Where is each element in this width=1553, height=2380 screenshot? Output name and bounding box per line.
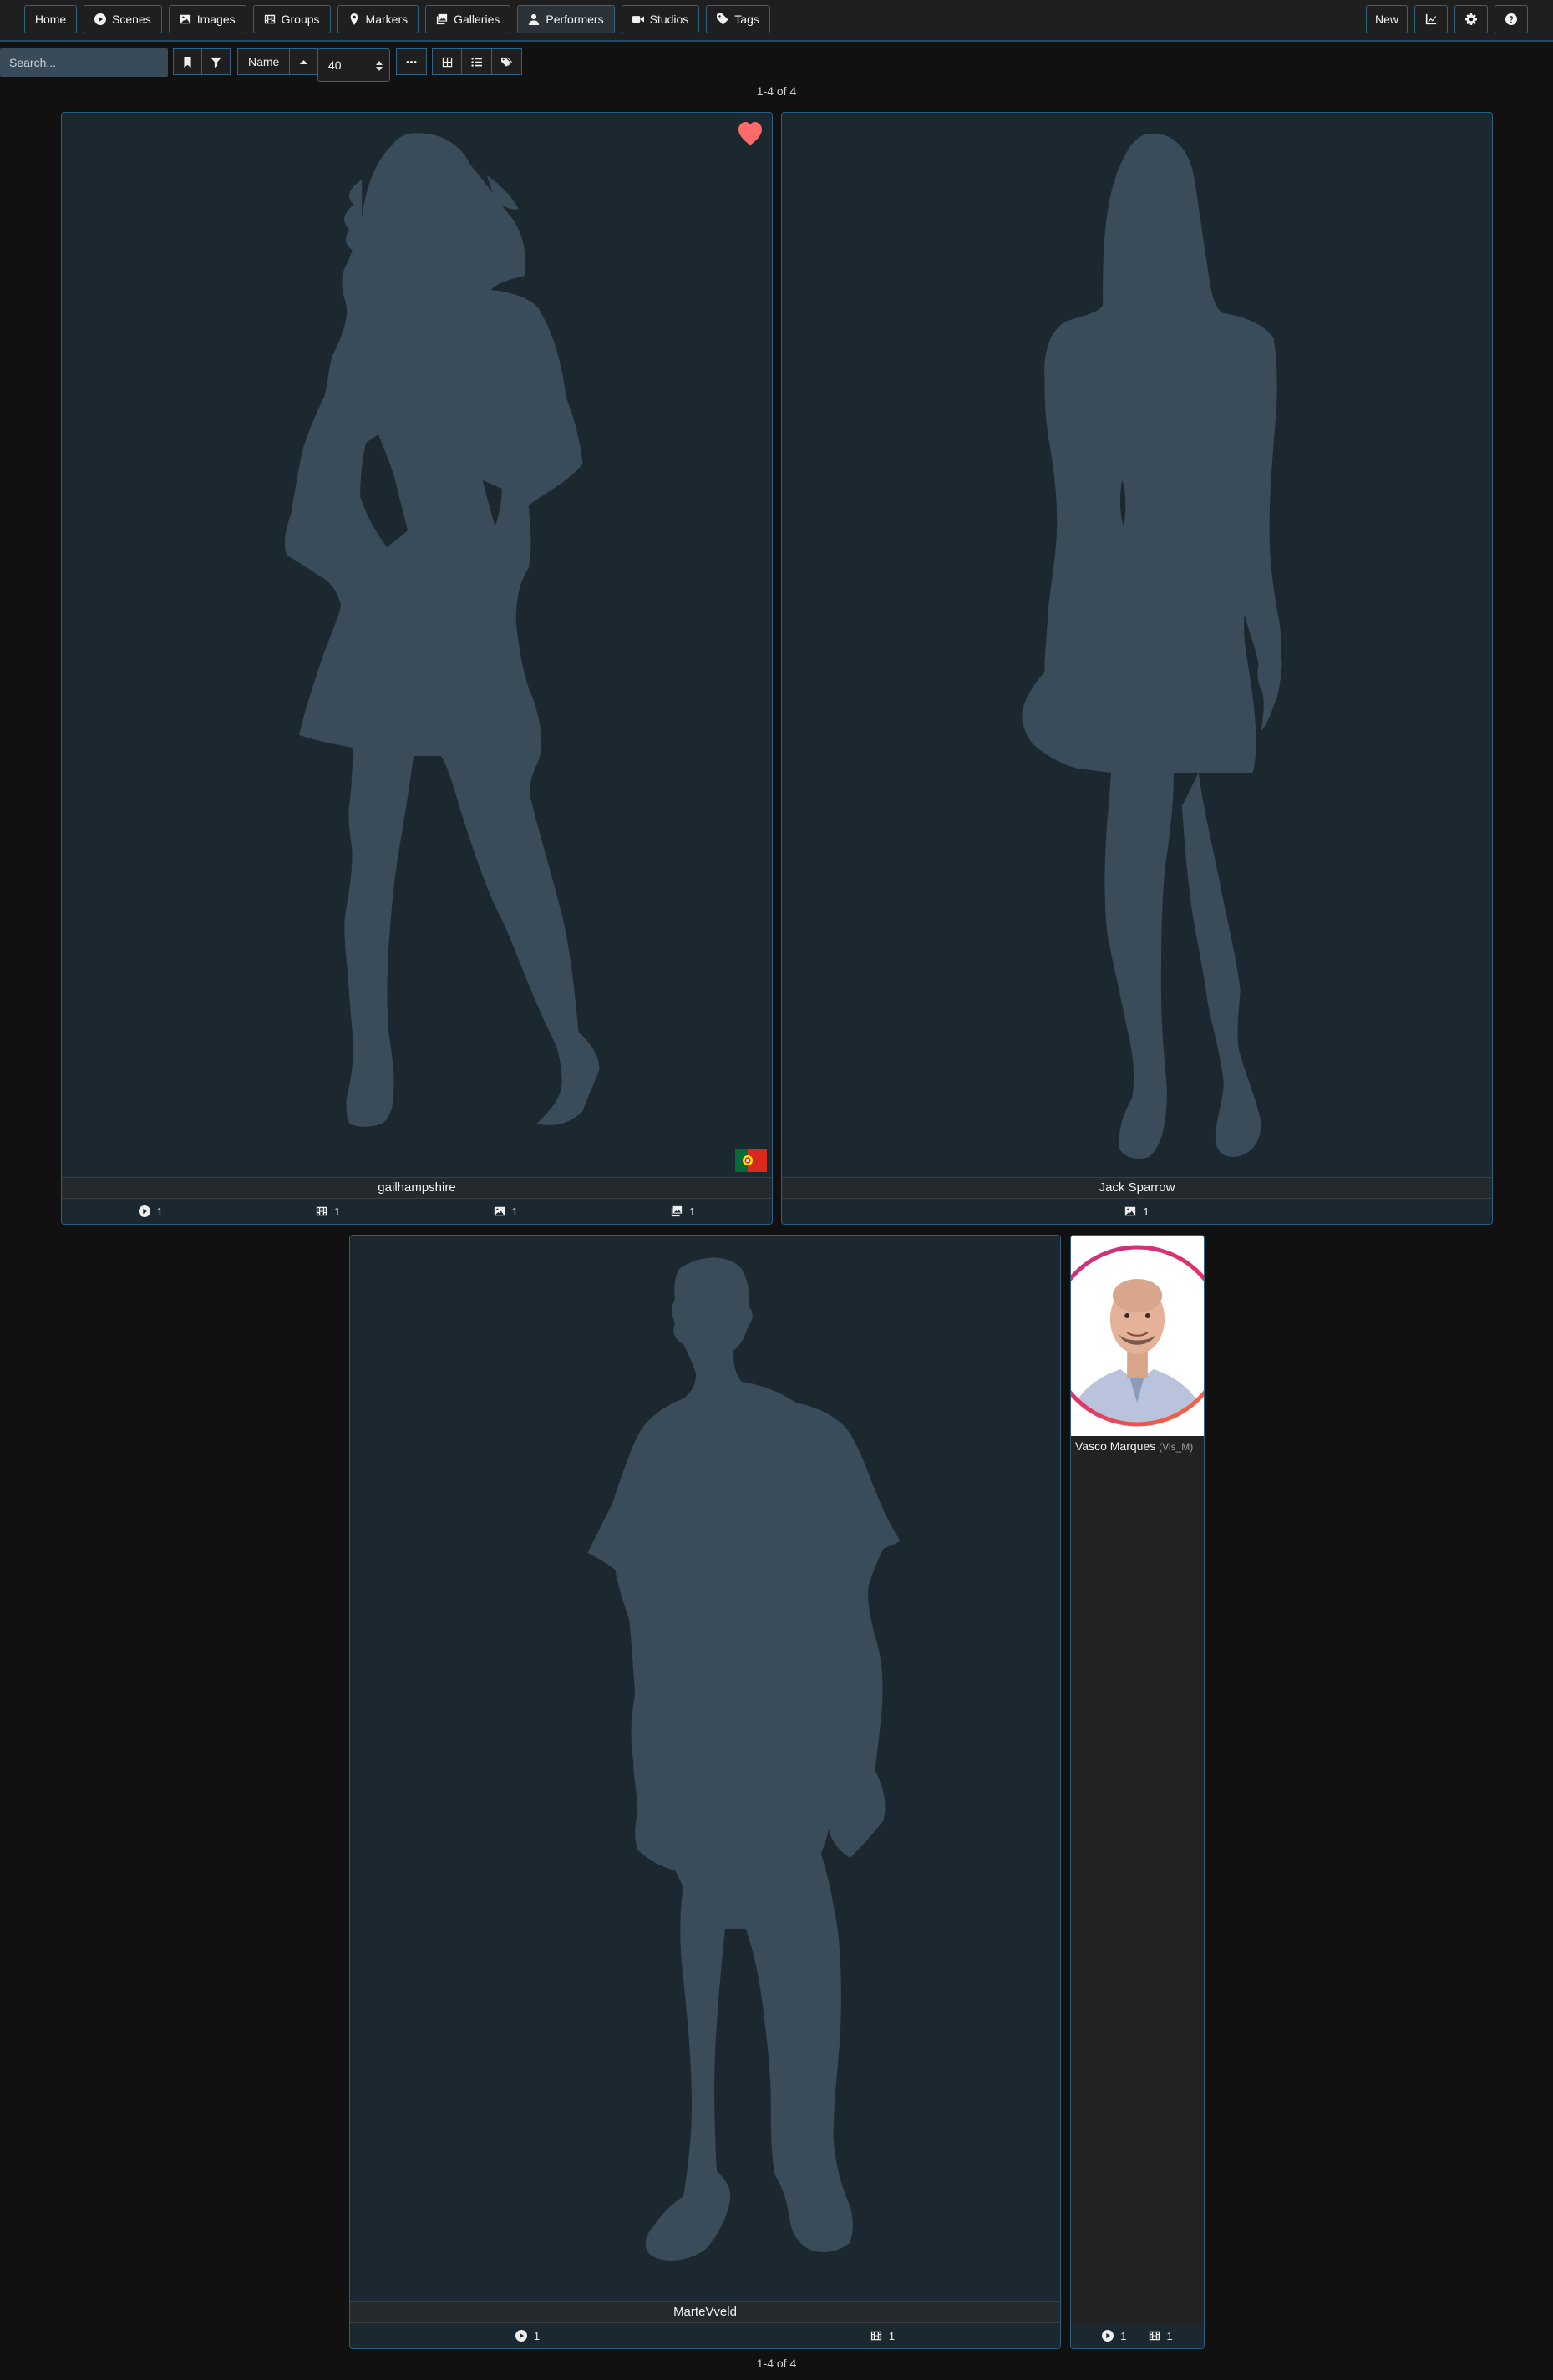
- per-page-select[interactable]: 40: [317, 48, 390, 82]
- nav-home[interactable]: Home: [24, 5, 77, 33]
- nav-groups[interactable]: Groups: [252, 5, 331, 33]
- performer-card[interactable]: gailhampshire 1 1 1 1: [61, 112, 773, 1225]
- user-icon: [529, 13, 540, 25]
- pagination-count-top: 1-4 of 4: [756, 84, 797, 98]
- performer-stats: 1: [782, 1199, 1492, 1224]
- performer-stats: 1 1 1 1: [62, 1199, 772, 1224]
- map-marker-icon: [350, 13, 358, 25]
- performer-card[interactable]: Jack Sparrow 1: [781, 112, 1493, 1225]
- caret-up-icon: [299, 59, 308, 64]
- film-icon: [1149, 2331, 1160, 2341]
- film-icon: [264, 14, 275, 24]
- chart-line-icon: [1425, 13, 1437, 25]
- ellipsis-icon: [406, 60, 417, 63]
- spinner-arrows-icon: [376, 61, 383, 71]
- grid-view-button[interactable]: [432, 48, 462, 75]
- main-navbar: Home Scenes Images Groups Markers Galler…: [0, 0, 1553, 42]
- filter-icon: [211, 57, 221, 68]
- display-mode-group: [432, 48, 522, 75]
- performer-name[interactable]: MarteVveld: [350, 2301, 1060, 2323]
- performer-portrait: [1071, 1245, 1204, 1427]
- performer-image[interactable]: [782, 113, 1492, 1177]
- search-input[interactable]: [0, 48, 168, 77]
- play-circle-icon: [515, 2330, 527, 2342]
- gallery-count[interactable]: 1: [671, 1205, 695, 1218]
- operations-group: [396, 48, 427, 75]
- nav-galleries[interactable]: Galleries: [425, 5, 511, 33]
- bookmark-icon: [184, 56, 191, 68]
- image-icon: [1125, 1206, 1136, 1216]
- performer-name[interactable]: Jack Sparrow: [782, 1177, 1492, 1199]
- film-icon: [317, 1206, 327, 1216]
- group-count[interactable]: 1: [316, 1205, 340, 1218]
- performer-image[interactable]: [1071, 1236, 1204, 1436]
- female-silhouette: [1022, 133, 1282, 1159]
- performer-name-row[interactable]: Vasco Marques (Vis_M): [1075, 1439, 1193, 1453]
- nav-performers[interactable]: Performers: [517, 5, 615, 33]
- gear-icon: [1465, 13, 1477, 25]
- nav-markers[interactable]: Markers: [337, 5, 419, 33]
- filter-group: [173, 48, 231, 75]
- images-icon: [672, 1205, 683, 1217]
- scene-count[interactable]: 1: [515, 2330, 540, 2342]
- nav-scenes[interactable]: Scenes: [84, 5, 162, 33]
- performer-name[interactable]: Vasco Marques: [1075, 1439, 1155, 1453]
- performer-disambiguation: (Vis_M): [1159, 1441, 1194, 1453]
- performer-card[interactable]: Vasco Marques (Vis_M) 1 1: [1070, 1235, 1205, 2349]
- nav-images[interactable]: Images: [168, 5, 246, 33]
- pagination-count-bottom: 1-4 of 4: [756, 2357, 797, 2370]
- portugal-flag-icon: [735, 1149, 767, 1172]
- performer-image[interactable]: [62, 113, 772, 1177]
- new-button[interactable]: New: [1366, 5, 1408, 33]
- film-icon: [870, 2331, 881, 2341]
- help-button[interactable]: [1495, 5, 1528, 33]
- nav-studios[interactable]: Studios: [621, 5, 700, 33]
- image-icon: [494, 1206, 505, 1216]
- nav-tags[interactable]: Tags: [706, 5, 770, 33]
- tags-icon: [501, 57, 512, 67]
- sort-by-select[interactable]: Name: [237, 48, 291, 75]
- list-icon: [471, 57, 482, 67]
- list-view-button[interactable]: [462, 48, 492, 75]
- settings-button[interactable]: [1454, 5, 1488, 33]
- play-circle-icon: [138, 1205, 150, 1217]
- grid-icon: [442, 57, 452, 67]
- performer-stats: 1 1: [1071, 2323, 1204, 2348]
- sort-direction-button[interactable]: [290, 48, 319, 75]
- images-icon: [436, 13, 448, 25]
- tag-icon: [717, 13, 728, 25]
- performer-name[interactable]: gailhampshire: [62, 1177, 772, 1199]
- performer-image[interactable]: [350, 1236, 1060, 2301]
- play-circle-icon: [1102, 2330, 1114, 2342]
- male-silhouette: [587, 1257, 901, 2261]
- play-circle-icon: [94, 13, 106, 25]
- tagger-view-button[interactable]: [492, 48, 522, 75]
- stats-button[interactable]: [1414, 5, 1448, 33]
- sort-group: Name: [237, 48, 319, 75]
- favorite-heart-icon[interactable]: [737, 121, 764, 146]
- list-toolbar: Name 40: [0, 47, 1553, 82]
- filter-button[interactable]: [202, 48, 231, 75]
- performer-stats: 1 1: [350, 2323, 1060, 2348]
- image-icon: [180, 14, 190, 24]
- performer-card[interactable]: MarteVveld 1 1: [349, 1235, 1061, 2349]
- more-operations-button[interactable]: [396, 48, 427, 75]
- video-camera-icon: [632, 16, 644, 23]
- group-count[interactable]: 1: [1149, 2330, 1173, 2342]
- scene-count[interactable]: 1: [138, 1205, 163, 1218]
- image-count[interactable]: 1: [1124, 1205, 1150, 1218]
- image-count[interactable]: 1: [494, 1205, 518, 1218]
- question-circle-icon: [1505, 13, 1517, 25]
- group-count[interactable]: 1: [870, 2330, 895, 2342]
- saved-filters-button[interactable]: [173, 48, 202, 75]
- female-silhouette: [284, 133, 600, 1127]
- scene-count[interactable]: 1: [1102, 2330, 1127, 2342]
